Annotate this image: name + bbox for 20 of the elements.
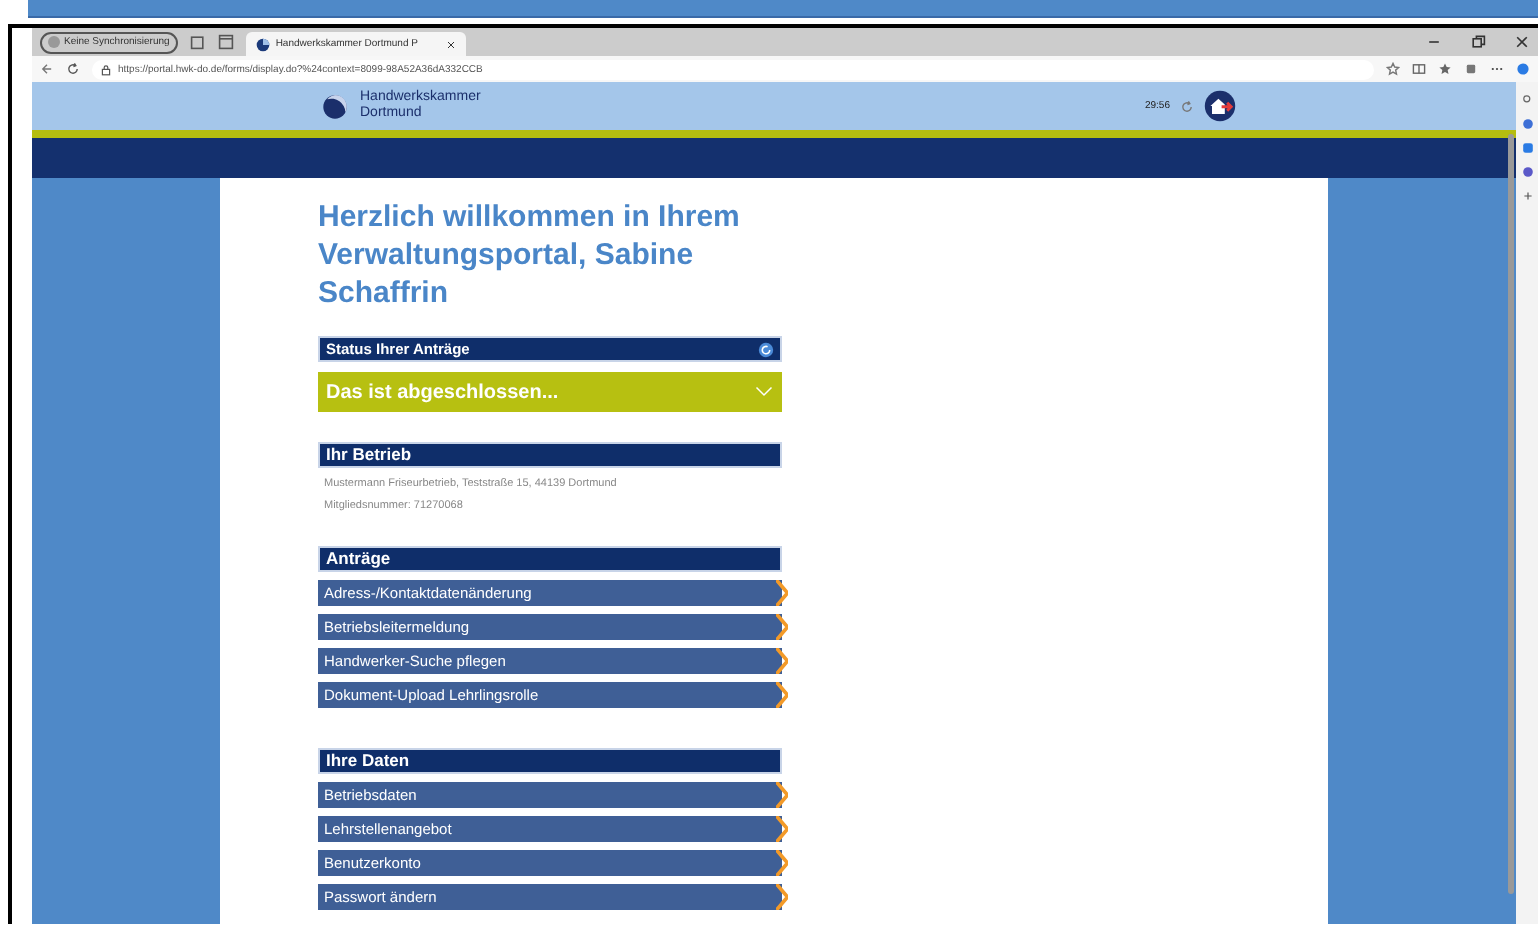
close-tab-icon[interactable]	[445, 39, 456, 49]
section-title: Ihr Betrieb	[318, 442, 782, 468]
favorites-icon[interactable]	[1438, 62, 1452, 76]
back-icon[interactable]	[40, 62, 54, 76]
scrollbar[interactable]	[1508, 134, 1514, 894]
section-title: Ihre Daten	[318, 748, 782, 774]
tab-actions-icon[interactable]	[217, 34, 234, 50]
lock-icon	[100, 63, 112, 75]
restore-icon[interactable]	[1470, 34, 1486, 50]
section-title: Anträge	[318, 546, 782, 572]
logout-icon[interactable]	[1204, 90, 1236, 122]
welcome-heading: Herzlich willkommen in Ihrem Verwaltungsportal, Sabine Schaffrin	[318, 198, 742, 312]
star-icon[interactable]	[1386, 62, 1400, 76]
close-icon[interactable]	[1514, 34, 1530, 50]
chevron-icon	[754, 386, 774, 398]
reload-icon[interactable]	[66, 62, 80, 76]
favicon-icon	[255, 37, 270, 51]
split-screen-icon[interactable]	[1412, 62, 1426, 76]
logo-icon	[322, 93, 348, 119]
add-icon[interactable]	[1521, 190, 1533, 202]
